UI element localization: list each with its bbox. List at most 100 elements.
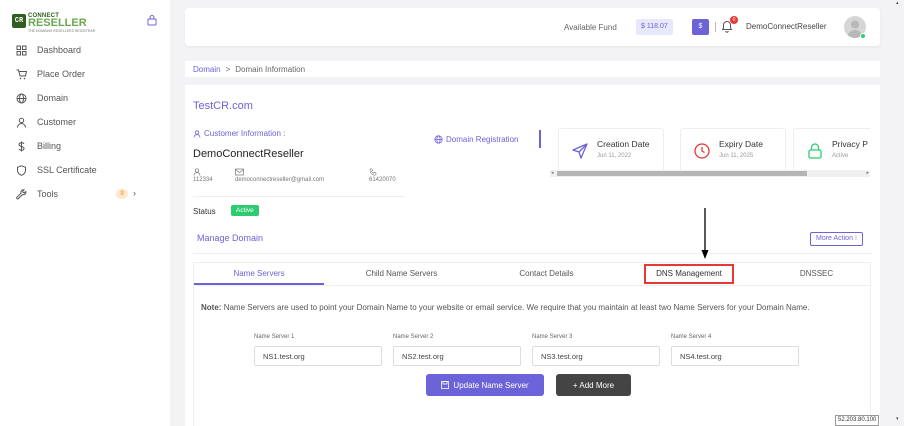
sidebar: CR CONNECT RESELLER THE DOMAINS RESELLER…: [0, 0, 170, 426]
lock-icon[interactable]: [146, 14, 158, 26]
name-server-3-input[interactable]: [532, 346, 660, 366]
top-header: Available Fund $ 118.07 $ 0 DemoConnectR…: [185, 8, 880, 46]
add-more-button[interactable]: + Add More: [556, 374, 631, 396]
breadcrumb-current: Domain Information: [235, 64, 306, 74]
privacy-protection-title: Privacy P: [832, 139, 868, 149]
customer-divider: [193, 196, 405, 197]
annotation-arrow: [701, 208, 709, 259]
sidebar-item-label: Domain: [37, 93, 69, 103]
add-more-label: + Add More: [572, 380, 615, 390]
breadcrumb-domain-link[interactable]: Domain: [193, 65, 221, 74]
sidebar-item-customer[interactable]: Customer: [16, 115, 161, 129]
domain-info-card: TestCR.com Customer Information : DemoCo…: [185, 85, 880, 426]
sidebar-item-label: SSL Certificate: [37, 165, 97, 175]
info-cards-scrollbar[interactable]: ◂ ▸: [550, 170, 870, 177]
user-name[interactable]: DemoConnectReseller: [746, 22, 826, 31]
tab-child-name-servers[interactable]: Child Name Servers: [329, 263, 474, 285]
phone-icon: [369, 168, 377, 176]
sidebar-item-label: Customer: [37, 117, 77, 127]
manage-divider: [193, 253, 873, 254]
sidebar-item-place-order[interactable]: Place Order: [16, 67, 161, 81]
customer-email-field: democonnectreseller@gmail.com: [235, 168, 324, 183]
chevron-down-icon: ⁝: [854, 235, 858, 242]
customer-phone: 61420070: [369, 177, 396, 183]
creation-date-value: Jun 11, 2022: [597, 153, 632, 159]
logo-badge: CR: [12, 14, 26, 28]
user-icon: [193, 129, 201, 138]
clock-icon: [694, 143, 710, 159]
shield-icon: [17, 164, 26, 176]
add-fund-button[interactable]: $: [692, 19, 709, 35]
privacy-protection-card: Privacy P Active: [793, 128, 870, 172]
sidebar-item-domain[interactable]: Domain: [16, 91, 161, 105]
status-badge: Active: [231, 205, 259, 216]
domain-name-title: TestCR.com: [193, 100, 253, 112]
save-icon: [441, 381, 450, 389]
breadcrumb: Domain > Domain Information: [185, 61, 880, 77]
customer-id: 112334: [193, 177, 213, 183]
name-server-3-label: Name Server 3: [532, 334, 573, 340]
scrollbar-thumb[interactable]: [557, 171, 807, 176]
user-icon: [193, 168, 201, 176]
more-action-button[interactable]: More Action ⁝: [810, 232, 864, 246]
scroll-right-icon[interactable]: ▸: [866, 170, 869, 177]
sidebar-item-label: Tools: [37, 189, 59, 199]
globe-icon: [16, 93, 27, 103]
status-label: Status: [193, 207, 216, 216]
expiry-date-card: Expiry Date Jun 11, 2025: [680, 128, 786, 172]
customer-phone-field: 61420070: [369, 168, 396, 183]
lock-icon: [808, 143, 822, 159]
name-server-1-label: Name Server 1: [254, 334, 295, 340]
header-divider: [715, 22, 716, 32]
creation-date-title: Creation Date: [597, 139, 650, 149]
domain-registration-indicator: [539, 130, 541, 148]
logo-line2: RESELLER: [28, 17, 87, 29]
logo[interactable]: CR CONNECT RESELLER THE DOMAINS RESELLER…: [12, 13, 95, 33]
sidebar-item-ssl-certificate[interactable]: SSL Certificate: [16, 163, 161, 177]
customer-name: DemoConnectReseller: [193, 148, 304, 160]
online-status-dot: [860, 33, 866, 39]
customer-email: democonnectreseller@gmail.com: [235, 177, 325, 183]
name-server-2-label: Name Server 2: [393, 334, 434, 340]
manage-tabs-panel: Name Servers Child Name Servers Contact …: [193, 262, 871, 426]
tab-dns-management[interactable]: DNS Management: [644, 264, 734, 284]
tabs-divider: [194, 285, 870, 286]
sidebar-item-label: Place Order: [37, 69, 86, 79]
note-prefix: Note:: [201, 303, 222, 312]
sidebar-item-billing[interactable]: Billing: [16, 139, 161, 153]
chevron-right-icon[interactable]: ›: [133, 188, 136, 198]
page-scroll-up-icon[interactable]: ▴: [896, 0, 899, 6]
tab-contact-details[interactable]: Contact Details: [479, 263, 614, 285]
scroll-left-icon[interactable]: ◂: [551, 170, 554, 177]
customer-id-field: 112334: [193, 168, 213, 183]
name-server-4-input[interactable]: [671, 346, 799, 366]
tab-name-servers[interactable]: Name Servers: [194, 263, 324, 285]
tools-count-badge: 9: [116, 189, 128, 199]
logo-tagline: THE DOMAINS RESELLERS REGISTRAR: [28, 29, 96, 33]
sidebar-item-label: Billing: [37, 141, 62, 151]
sidebar-item-label: Dashboard: [37, 45, 82, 55]
name-server-1-input[interactable]: [254, 346, 382, 366]
page-scroll-down-icon[interactable]: ▾: [896, 416, 899, 422]
globe-icon: [434, 135, 443, 144]
name-server-2-input[interactable]: [393, 346, 521, 366]
name-server-4-label: Name Server 4: [671, 334, 712, 340]
dollar-icon: [18, 141, 25, 151]
wrench-icon: [16, 188, 27, 199]
available-fund-value: $ 118.07: [636, 19, 673, 35]
sidebar-item-tools[interactable]: Tools: [16, 187, 161, 201]
breadcrumb-separator: >: [225, 64, 231, 74]
update-name-server-button[interactable]: Update Name Server: [426, 374, 544, 396]
customer-info-label: Customer Information :: [193, 129, 285, 138]
domain-registration-link[interactable]: Domain Registration: [434, 135, 518, 144]
manage-domain-title: Manage Domain: [197, 233, 264, 243]
available-fund-label: Available Fund: [564, 23, 617, 32]
notification-count-badge: 0: [730, 16, 738, 24]
sidebar-item-dashboard[interactable]: Dashboard: [16, 43, 161, 57]
tab-dnssec[interactable]: DNSSEC: [774, 263, 859, 285]
more-action-label: More Action: [816, 235, 853, 242]
cart-icon: [16, 69, 27, 79]
domain-registration-label: Domain Registration: [446, 135, 519, 144]
expiry-date-value: Jun 11, 2025: [719, 153, 754, 159]
creation-date-card: Creation Date Jun 11, 2022: [558, 128, 664, 172]
